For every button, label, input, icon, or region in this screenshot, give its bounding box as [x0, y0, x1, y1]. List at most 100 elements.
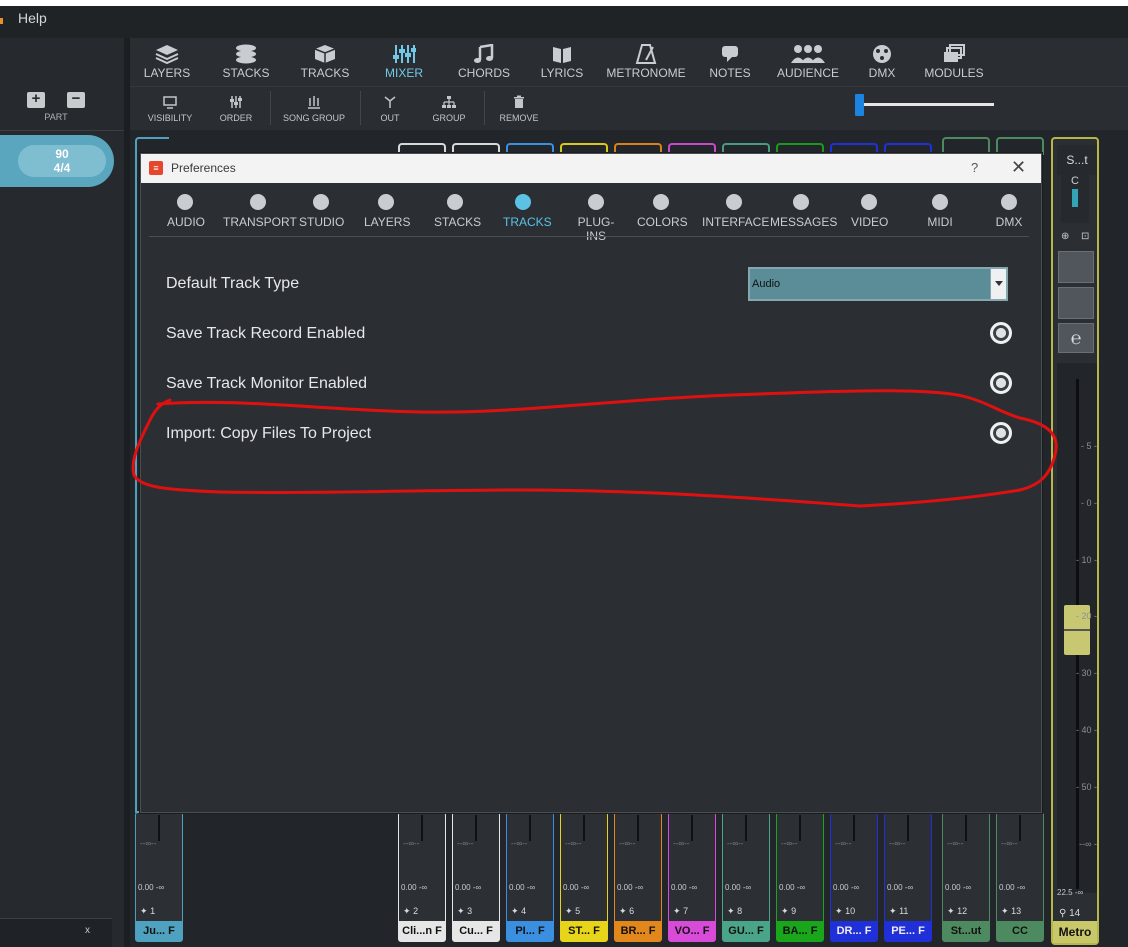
song-part-pill[interactable]: 90 4/4	[0, 135, 114, 187]
tab-stacks[interactable]: STACKS	[434, 192, 481, 234]
tempo-signature[interactable]: 90 4/4	[18, 145, 106, 177]
track-name[interactable]: BA... F	[777, 921, 823, 941]
toolbar-layers[interactable]: LAYERS	[138, 38, 196, 86]
preferences-dialog: ≡ Preferences ? ✕ AUDIO TRANSPORT STUDIO LA…	[140, 153, 1042, 813]
zoom-slider-track[interactable]	[860, 103, 994, 106]
edit-button[interactable]: ℮	[1058, 323, 1094, 353]
volume-readout[interactable]: 0.00 -∞	[401, 883, 427, 892]
tab-interface[interactable]: INTERFACE	[702, 192, 769, 234]
close-button[interactable]: ✕	[1011, 157, 1026, 178]
fader-slot[interactable]	[745, 815, 747, 841]
volume-readout[interactable]: 0.00 -∞	[833, 883, 859, 892]
tab-dmx[interactable]: DMX	[994, 192, 1024, 234]
app-menu-edge[interactable]	[0, 18, 3, 24]
visibility-button[interactable]: VISIBILITY	[142, 91, 198, 123]
volume-readout[interactable]: 0.00 -∞	[138, 883, 164, 892]
remove-button[interactable]: REMOVE	[496, 91, 542, 123]
help-button[interactable]: ?	[971, 160, 978, 175]
tab-midi[interactable]: MIDI	[925, 192, 955, 234]
fader-slot[interactable]	[799, 815, 801, 841]
solo-button[interactable]	[1058, 287, 1094, 319]
volume-readout[interactable]: 0.00 -∞	[945, 883, 971, 892]
track-name[interactable]: VO... F	[669, 921, 715, 941]
fader-slot[interactable]	[421, 815, 423, 841]
track-name[interactable]: DR... F	[831, 921, 877, 941]
out-button[interactable]: OUT	[374, 91, 406, 123]
tab-layers[interactable]: LAYERS	[364, 192, 410, 234]
order-button[interactable]: ORDER	[216, 91, 256, 123]
volume-readout[interactable]: 0.00 -∞	[617, 883, 643, 892]
tab-messages[interactable]: MESSAGES	[770, 192, 837, 234]
tab-tracks[interactable]: TRACKS	[503, 192, 552, 234]
track-name[interactable]: Cli...n F	[399, 921, 445, 941]
zoom-slider-thumb[interactable]	[855, 94, 864, 116]
save-monitor-toggle[interactable]	[990, 372, 1012, 394]
toolbar-mixer[interactable]: MIXER	[378, 38, 430, 86]
volume-readout[interactable]: 0.00 -∞	[563, 883, 589, 892]
toolbar-modules[interactable]: MODULES	[924, 38, 984, 86]
volume-readout[interactable]: 0.00 -∞	[999, 883, 1025, 892]
fader-slot[interactable]	[853, 815, 855, 841]
track-type-icon: ✦	[511, 906, 519, 916]
tab-colors[interactable]: COLORS	[637, 192, 688, 234]
default-track-type-select[interactable]: Audio	[748, 267, 1008, 301]
tab-studio[interactable]: STUDIO	[299, 192, 344, 234]
track-name[interactable]: GU... F	[723, 921, 769, 941]
close-x[interactable]: x	[85, 925, 90, 936]
group-button[interactable]: GROUP	[430, 91, 468, 123]
toolbar-chords[interactable]: CHORDS	[456, 38, 512, 86]
metro-output-label[interactable]: S...t	[1057, 145, 1097, 175]
volume-readout[interactable]: 0.00 -∞	[779, 883, 805, 892]
dialog-titlebar: ≡ Preferences ? ✕	[141, 154, 1041, 183]
fader-slot[interactable]	[583, 815, 585, 841]
tab-video[interactable]: VIDEO	[851, 192, 888, 234]
track-name[interactable]: PI... F	[507, 921, 553, 941]
metro-volume[interactable]: 22.5 -∞	[1057, 888, 1083, 897]
fader-slot[interactable]	[637, 815, 639, 841]
link-icon[interactable]: ⊕	[1061, 231, 1069, 242]
menu-help[interactable]: Help	[18, 10, 47, 26]
toolbar-dmx[interactable]: DMX	[862, 38, 902, 86]
volume-readout[interactable]: 0.00 -∞	[671, 883, 697, 892]
volume-readout[interactable]: 0.00 -∞	[455, 883, 481, 892]
track-name[interactable]: Ju... F	[136, 921, 182, 941]
tab-plug-ins[interactable]: PLUG-INS	[569, 192, 623, 243]
volume-readout[interactable]: 0.00 -∞	[509, 883, 535, 892]
track-name[interactable]: PE... F	[885, 921, 931, 941]
remove-part-button[interactable]: −	[67, 91, 85, 108]
group-icon	[442, 96, 456, 108]
save-record-toggle[interactable]	[990, 322, 1012, 344]
toolbar-metronome[interactable]: METRONOME	[606, 38, 686, 86]
default-track-type-label: Default Track Type	[166, 275, 300, 292]
toolbar-lyrics[interactable]: LYRICS	[536, 38, 588, 86]
fader-slot[interactable]	[529, 815, 531, 841]
song-group-button[interactable]: SONG GROUP	[280, 91, 348, 123]
toolbar-notes[interactable]: NOTES	[706, 38, 754, 86]
fader-slot[interactable]	[691, 815, 693, 841]
fader-slot[interactable]	[907, 815, 909, 841]
fader-slot[interactable]	[475, 815, 477, 841]
import-copy-toggle[interactable]	[990, 422, 1012, 444]
monitor-icon[interactable]: ⊡	[1081, 231, 1089, 242]
tab-transport[interactable]: TRANSPORT	[223, 192, 297, 234]
track-name[interactable]: St...ut	[943, 921, 989, 941]
fader-slot[interactable]	[1019, 815, 1021, 841]
volume-readout[interactable]: 0.00 -∞	[725, 883, 751, 892]
fader-slot[interactable]	[158, 815, 160, 841]
fader-slot[interactable]	[965, 815, 967, 841]
track-name[interactable]: ST... F	[561, 921, 607, 941]
mute-button[interactable]	[1058, 251, 1094, 283]
stacks-icon	[447, 194, 463, 210]
track-name[interactable]: CC	[997, 921, 1043, 941]
metro-name[interactable]: Metro	[1053, 921, 1097, 943]
toolbar-audience[interactable]: AUDIENCE	[776, 38, 840, 86]
track-name[interactable]: BR... F	[615, 921, 661, 941]
volume-readout[interactable]: 0.00 -∞	[887, 883, 913, 892]
tab-audio[interactable]: AUDIO	[167, 192, 205, 234]
track-name[interactable]: Cu... F	[453, 921, 499, 941]
toolbar-stacks[interactable]: STACKS	[218, 38, 274, 86]
chevron-down-icon[interactable]	[990, 269, 1006, 299]
modules-icon	[944, 44, 965, 62]
toolbar-tracks[interactable]: TRACKS	[298, 38, 352, 86]
add-part-button[interactable]: +	[27, 91, 45, 108]
